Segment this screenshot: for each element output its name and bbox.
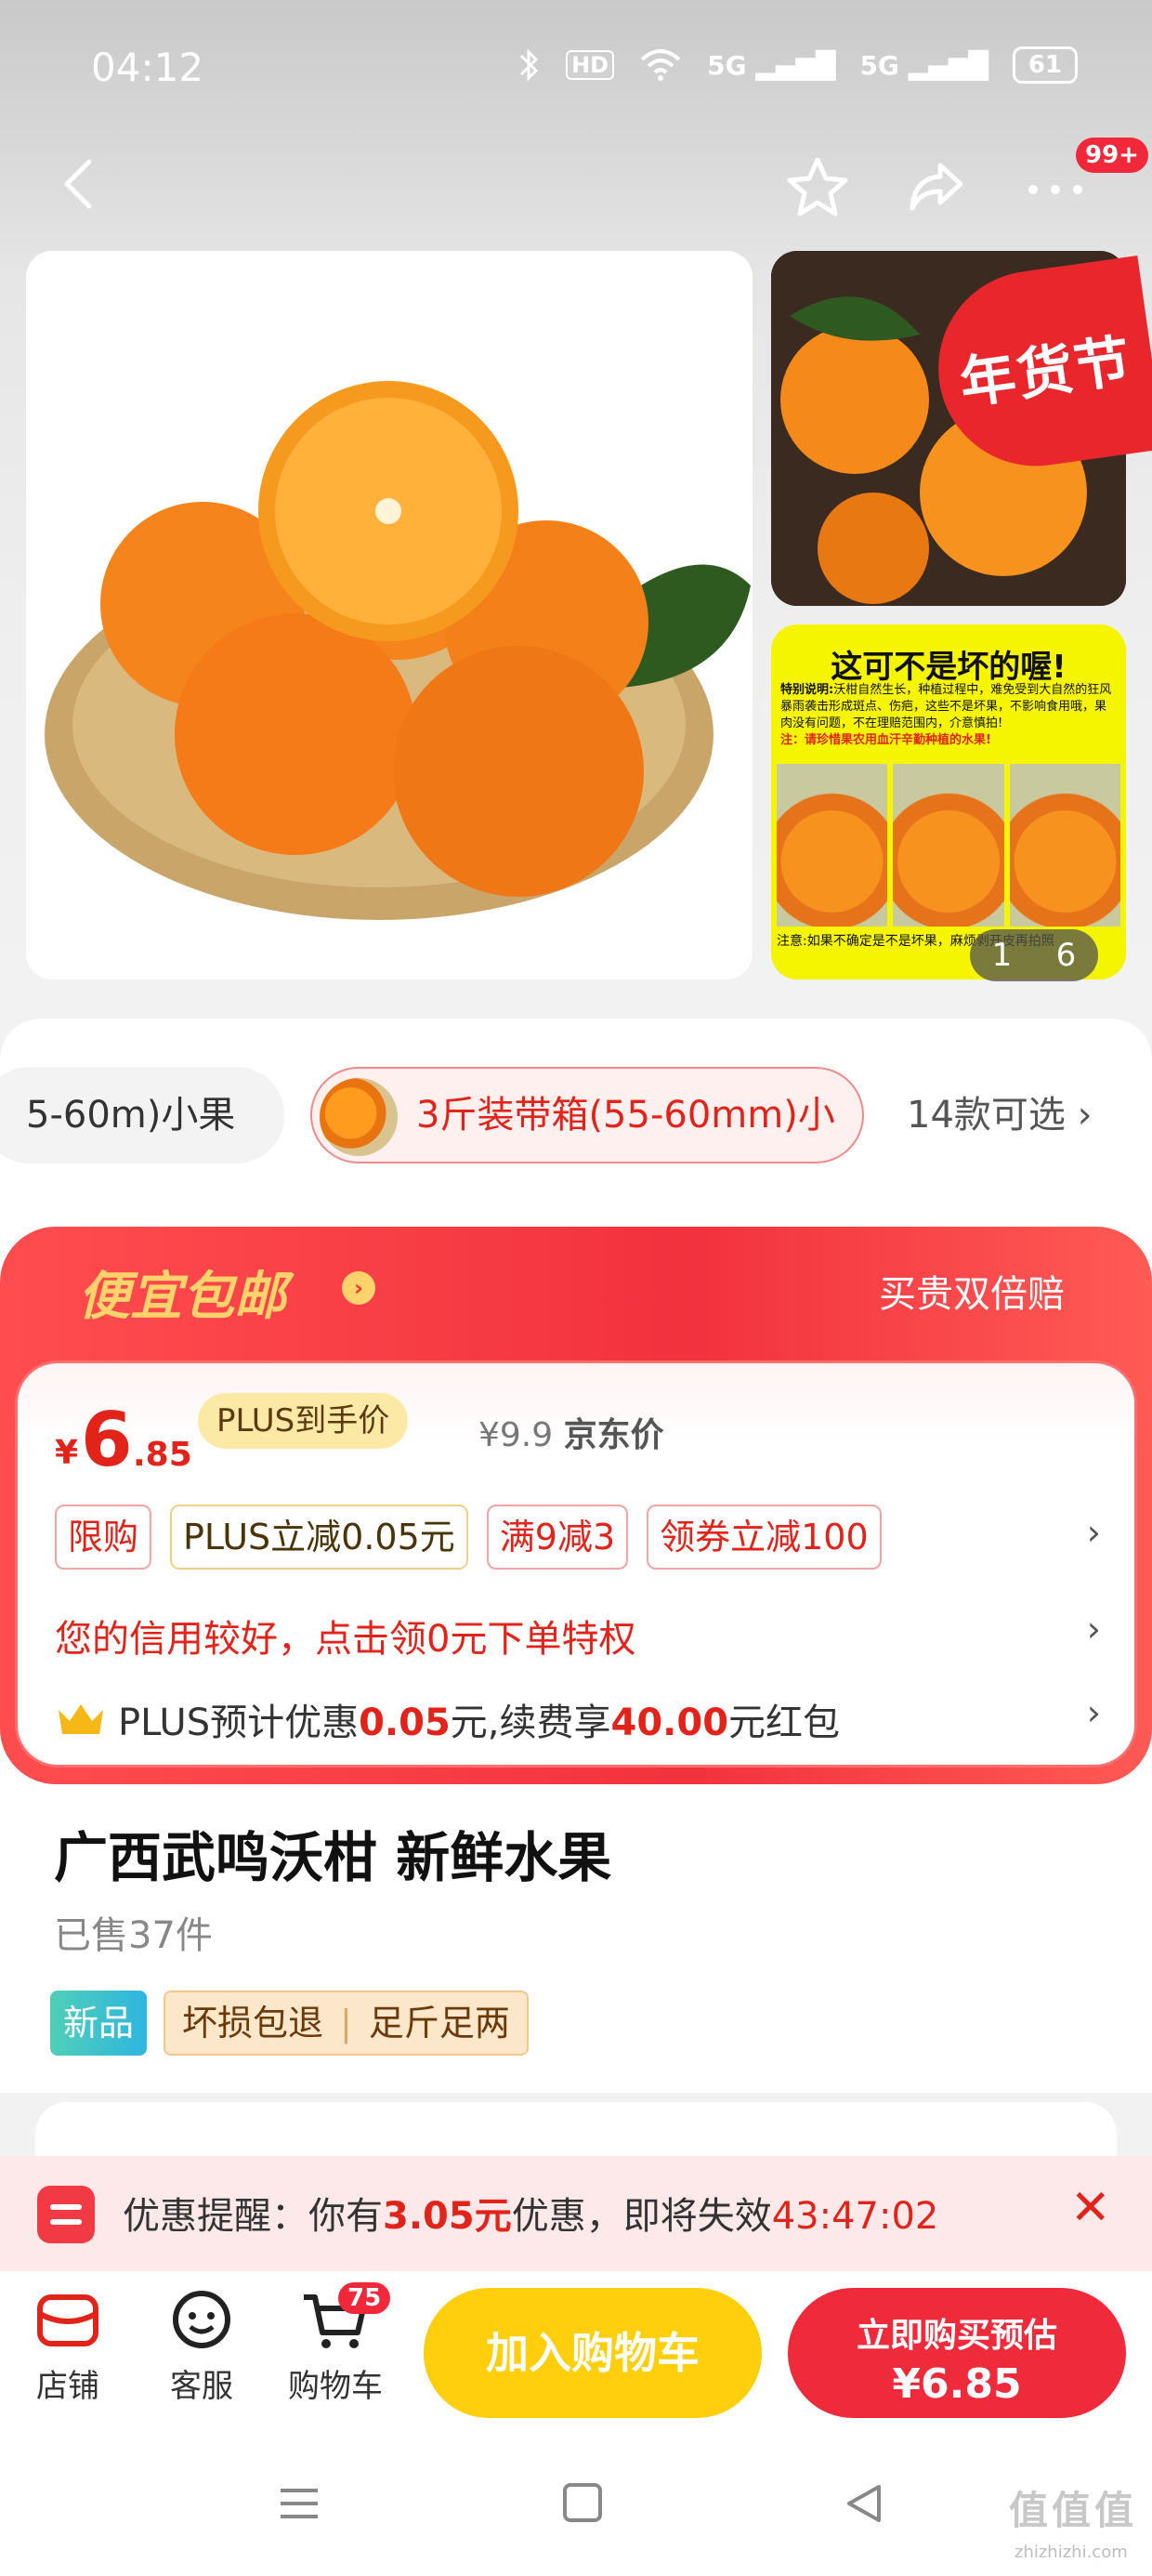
credit-offer-link[interactable]: 您的信用较好，点击领0元下单特权 — [55, 1609, 635, 1663]
watermark-logo: 值值值 — [1009, 2488, 1138, 2533]
bottom-action-bar: 店铺 客服 购物车 75 加入购物车 立即购买预估 ¥6.85 — [0, 2271, 1152, 2437]
variant-option[interactable]: 5-60m)小果 — [0, 1067, 284, 1163]
promo-block: 便宜包邮 › 买贵双倍赔 ¥ 6 .85 PLUS到手价 ¥9.9 京东价 限购… — [0, 1227, 1152, 1784]
thumb2-label: 特别说明: — [780, 683, 834, 697]
cart-label: 购物车 — [288, 2368, 383, 2405]
chevron-right-icon[interactable]: › — [342, 1271, 375, 1305]
thumb2-photos — [777, 764, 1120, 927]
status-time: 04:12 — [91, 45, 204, 90]
image-counter-current: 1 — [991, 937, 1013, 974]
promo-title[interactable]: 便宜包邮 — [78, 1255, 286, 1330]
store-icon — [37, 2294, 98, 2346]
thumb2-title: 这可不是坏的喔! — [831, 649, 1067, 686]
plus-prefix: PLUS预计优惠 — [118, 1702, 360, 1744]
countdown-timer: 43:47:02 — [771, 2195, 939, 2238]
service-item: 足斤足两 — [368, 2003, 510, 2044]
chevron-right-icon[interactable]: › — [1087, 1692, 1101, 1733]
plus-price-tag: PLUS到手价 — [198, 1393, 409, 1449]
discount-tag: 限购 — [55, 1505, 152, 1570]
plus-suffix: 元红包 — [728, 1702, 841, 1744]
variant-option-label: 3斤装带箱(55-60mm)小 — [416, 1094, 835, 1137]
chat-icon — [173, 2291, 230, 2348]
oranges-photo — [45, 381, 751, 920]
plus-mid: 元,续费享 — [450, 1702, 611, 1744]
back-icon[interactable] — [56, 156, 102, 212]
bluetooth-icon — [520, 48, 539, 82]
system-back-icon[interactable] — [842, 2481, 886, 2526]
plus-redpack: 40.00 — [610, 1702, 729, 1744]
share-icon[interactable] — [899, 151, 974, 225]
watermark-url: zhizhizhi.com — [1015, 2543, 1128, 2562]
status-bar: 04:12 HD 5G ▂▄▆█ 5G ▂▄▆█ 61 — [0, 37, 1152, 102]
reminder-amount: 3.05元 — [383, 2195, 512, 2238]
more-variants-link[interactable]: 14款可选 › — [907, 1067, 1093, 1163]
top-nav-bar — [0, 139, 1152, 232]
network-label: 5G — [859, 49, 899, 81]
thumb2-notice: 注：请珍惜果农用血汗辛勤种植的水果! — [780, 733, 991, 747]
network-label: 5G — [707, 49, 747, 81]
plus-offer-link[interactable]: PLUS预计优惠0.05元,续费享40.00元红包 — [55, 1692, 840, 1746]
menu-icon — [37, 2186, 95, 2243]
main-product-image[interactable] — [26, 251, 753, 979]
variant-thumbnail — [320, 1078, 398, 1156]
buy-now-label: 立即购买预估 — [856, 2317, 1057, 2355]
price-integer: 6 — [81, 1397, 133, 1483]
thumbnail-image-2[interactable]: 这可不是坏的喔! 特别说明:沃柑自然生长，种植过程中，难免受到大自然的狂风暴雨袭… — [771, 624, 1126, 979]
hd-icon: HD — [566, 50, 615, 80]
price-panel: ¥ 6 .85 PLUS到手价 ¥9.9 京东价 限购 PLUS立减0.05元 … — [15, 1360, 1137, 1768]
jd-price-value: ¥9.9 — [478, 1416, 554, 1454]
buy-now-button[interactable]: 立即购买预估 ¥6.85 — [788, 2288, 1126, 2418]
variant-option-selected[interactable]: 3斤装带箱(55-60mm)小 — [310, 1067, 864, 1163]
reminder-prefix: 优惠提醒：你有 — [123, 2195, 383, 2238]
cart-count-badge: 75 — [338, 2282, 391, 2314]
discount-tags[interactable]: 限购 PLUS立减0.05元 满9减3 领券立减100 — [55, 1505, 882, 1570]
guarantee-label: 买贵双倍赔 — [879, 1273, 1065, 1316]
service-badges: 新品 坏损包退 | 足斤足两 — [50, 1991, 529, 2056]
buy-now-price: ¥6.85 — [892, 2360, 1022, 2408]
new-badge: 新品 — [50, 1991, 148, 2056]
discount-reminder-bar[interactable]: 优惠提醒：你有3.05元优惠，即将失效43:47:02 ✕ — [0, 2156, 1152, 2271]
plus-offer-text: PLUS预计优惠0.05元,续费享40.00元红包 — [118, 1692, 840, 1746]
reminder-text: 优惠提醒：你有3.05元优惠，即将失效43:47:02 — [123, 2186, 938, 2240]
close-icon[interactable]: ✕ — [1070, 2180, 1111, 2236]
plus-amount: 0.05 — [359, 1702, 451, 1744]
sold-count: 已售37件 — [54, 1914, 213, 1957]
message-badge: 99+ — [1076, 138, 1148, 173]
image-counter-total: 6 — [1055, 937, 1077, 974]
chevron-right-icon[interactable]: › — [1087, 1512, 1101, 1553]
thumb2-text: 特别说明:沃柑自然生长，种植过程中，难免受到大自然的狂风暴雨袭击形成斑点、伤疤，… — [780, 682, 1117, 749]
chevron-right-icon: › — [1077, 1094, 1093, 1137]
divider: | — [340, 2003, 352, 2044]
image-counter: 1 6 — [970, 929, 1098, 981]
wifi-icon — [640, 49, 681, 81]
system-navigation-bar — [0, 2437, 1152, 2576]
price-decimal: .85 — [133, 1436, 192, 1474]
5g-signal-icon: 5G ▂▄▆█ — [707, 49, 836, 81]
5g-signal-icon: 5G ▂▄▆█ — [859, 49, 988, 81]
service-label: 客服 — [170, 2368, 233, 2405]
recent-apps-icon[interactable] — [279, 2487, 320, 2520]
battery-indicator: 61 — [1012, 46, 1078, 84]
product-title: 广西武鸣沃柑 新鲜水果 — [54, 1826, 612, 1889]
variant-selector: 5-60m)小果 3斤装带箱(55-60mm)小 14款可选 › — [0, 1067, 1152, 1169]
more-variants-label: 14款可选 — [907, 1094, 1066, 1137]
home-icon[interactable] — [563, 2483, 602, 2522]
discount-tag: 满9减3 — [486, 1505, 629, 1570]
jd-price-label: 京东价 — [563, 1416, 664, 1454]
price-symbol: ¥ — [55, 1434, 79, 1472]
star-icon[interactable] — [780, 151, 855, 225]
chevron-right-icon[interactable]: › — [1087, 1609, 1101, 1649]
reminder-mid: 优惠，即将失效 — [511, 2195, 772, 2238]
status-icons: HD 5G ▂▄▆█ 5G ▂▄▆█ 61 — [517, 46, 1078, 84]
customer-service-button[interactable]: 客服 — [151, 2288, 253, 2406]
add-to-cart-button[interactable]: 加入购物车 — [424, 2288, 762, 2418]
jd-price: ¥9.9 京东价 — [478, 1408, 664, 1456]
service-item: 坏损包退 — [182, 2003, 324, 2044]
crown-icon — [59, 1704, 103, 1734]
store-button[interactable]: 店铺 — [17, 2288, 119, 2406]
store-label: 店铺 — [36, 2368, 99, 2405]
discount-tag: PLUS立减0.05元 — [170, 1505, 468, 1570]
service-badge[interactable]: 坏损包退 | 足斤足两 — [164, 1991, 529, 2056]
discount-tag: 领券立减100 — [647, 1505, 882, 1570]
